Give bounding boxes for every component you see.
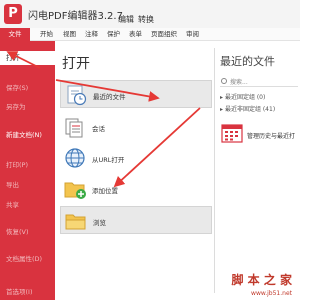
watermark-text: 脚 本 之 家 xyxy=(231,273,292,287)
arrow-to-recent xyxy=(55,79,160,102)
watermark-url: www.jb51.net xyxy=(251,290,292,297)
annotation-arrows xyxy=(6,51,201,188)
arrow-to-browse xyxy=(113,107,201,188)
arrow-to-open xyxy=(6,51,41,69)
